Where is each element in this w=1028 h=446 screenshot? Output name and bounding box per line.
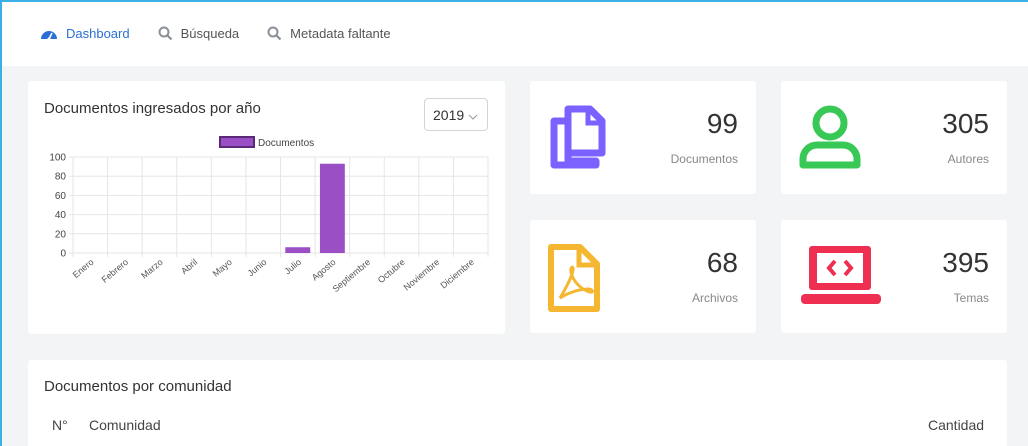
stat-card-autores: 305 Autores	[781, 81, 1007, 194]
nav-metadata-faltante[interactable]: Metadata faltante	[267, 26, 391, 41]
stat-label: Archivos	[691, 291, 738, 305]
x-tick-label: Noviembre	[402, 257, 442, 293]
documents-by-community-card: Documentos por comunidad N° Comunidad Ca…	[28, 360, 1007, 446]
copy-icon	[546, 103, 608, 174]
nav-dashboard[interactable]: Dashboard	[40, 26, 130, 41]
nav-metadata-label: Metadata faltante	[290, 26, 391, 41]
chart-title: Documentos ingresados por año	[44, 100, 261, 117]
user-icon	[797, 103, 863, 174]
year-select[interactable]: 2019	[424, 98, 488, 131]
stat-value: 395	[942, 247, 989, 278]
legend-label: Documentos	[258, 138, 314, 149]
column-header-comunidad[interactable]: Comunidad	[89, 417, 161, 433]
stat-label: Autores	[947, 152, 989, 166]
search-icon	[267, 26, 282, 41]
column-header-cantidad[interactable]: Cantidad	[928, 417, 984, 433]
nav-dashboard-label: Dashboard	[66, 26, 130, 41]
column-header-number[interactable]: N°	[52, 417, 68, 433]
search-icon	[158, 26, 173, 41]
chevron-down-icon	[468, 107, 478, 123]
nav-busqueda[interactable]: Búsqueda	[158, 26, 240, 41]
y-tick-label: 100	[49, 153, 66, 164]
y-tick-label: 60	[55, 191, 67, 202]
x-tick-label: Marzo	[139, 257, 165, 281]
bar-julio	[285, 247, 311, 253]
y-tick-label: 0	[60, 249, 66, 260]
x-tick-label: Junio	[246, 257, 269, 278]
y-tick-label: 40	[55, 210, 67, 221]
stat-value: 68	[706, 247, 738, 278]
pdf-file-icon	[546, 242, 602, 319]
stat-label: Temas	[953, 291, 989, 305]
table-title: Documentos por comunidad	[44, 378, 232, 395]
x-tick-label: Enero	[71, 257, 96, 280]
dashboard-gauge-icon	[40, 27, 58, 41]
stat-card-temas: 395 Temas	[781, 220, 1007, 333]
y-tick-label: 80	[55, 172, 67, 183]
y-tick-label: 20	[55, 229, 67, 240]
year-select-value: 2019	[433, 106, 465, 123]
x-tick-label: Febrero	[100, 257, 131, 285]
laptop-code-icon	[797, 242, 887, 317]
legend-swatch	[219, 136, 255, 148]
x-tick-label: Septiembre	[331, 257, 373, 294]
x-tick-label: Abril	[179, 257, 199, 276]
stat-card-archivos: 68 Archivos	[530, 220, 756, 333]
x-tick-label: Agosto	[310, 257, 338, 283]
bar-agosto	[319, 163, 345, 253]
stat-card-documentos: 99 Documentos	[530, 81, 756, 194]
stat-label: Documentos	[670, 152, 738, 166]
x-tick-label: Octubre	[376, 257, 407, 285]
x-tick-label: Julio	[282, 257, 303, 277]
top-navigation: Dashboard Búsqueda Metadata faltante	[2, 2, 1028, 66]
stat-value: 305	[942, 108, 989, 139]
x-tick-label: Diciembre	[439, 257, 476, 291]
documents-per-year-card: 0 20 40 60 80 100 Enero Febrero Marzo Abril Mayo Ju…	[28, 81, 505, 334]
x-tick-label: Mayo	[211, 257, 234, 279]
nav-busqueda-label: Búsqueda	[180, 26, 240, 41]
stat-value: 99	[706, 108, 738, 139]
